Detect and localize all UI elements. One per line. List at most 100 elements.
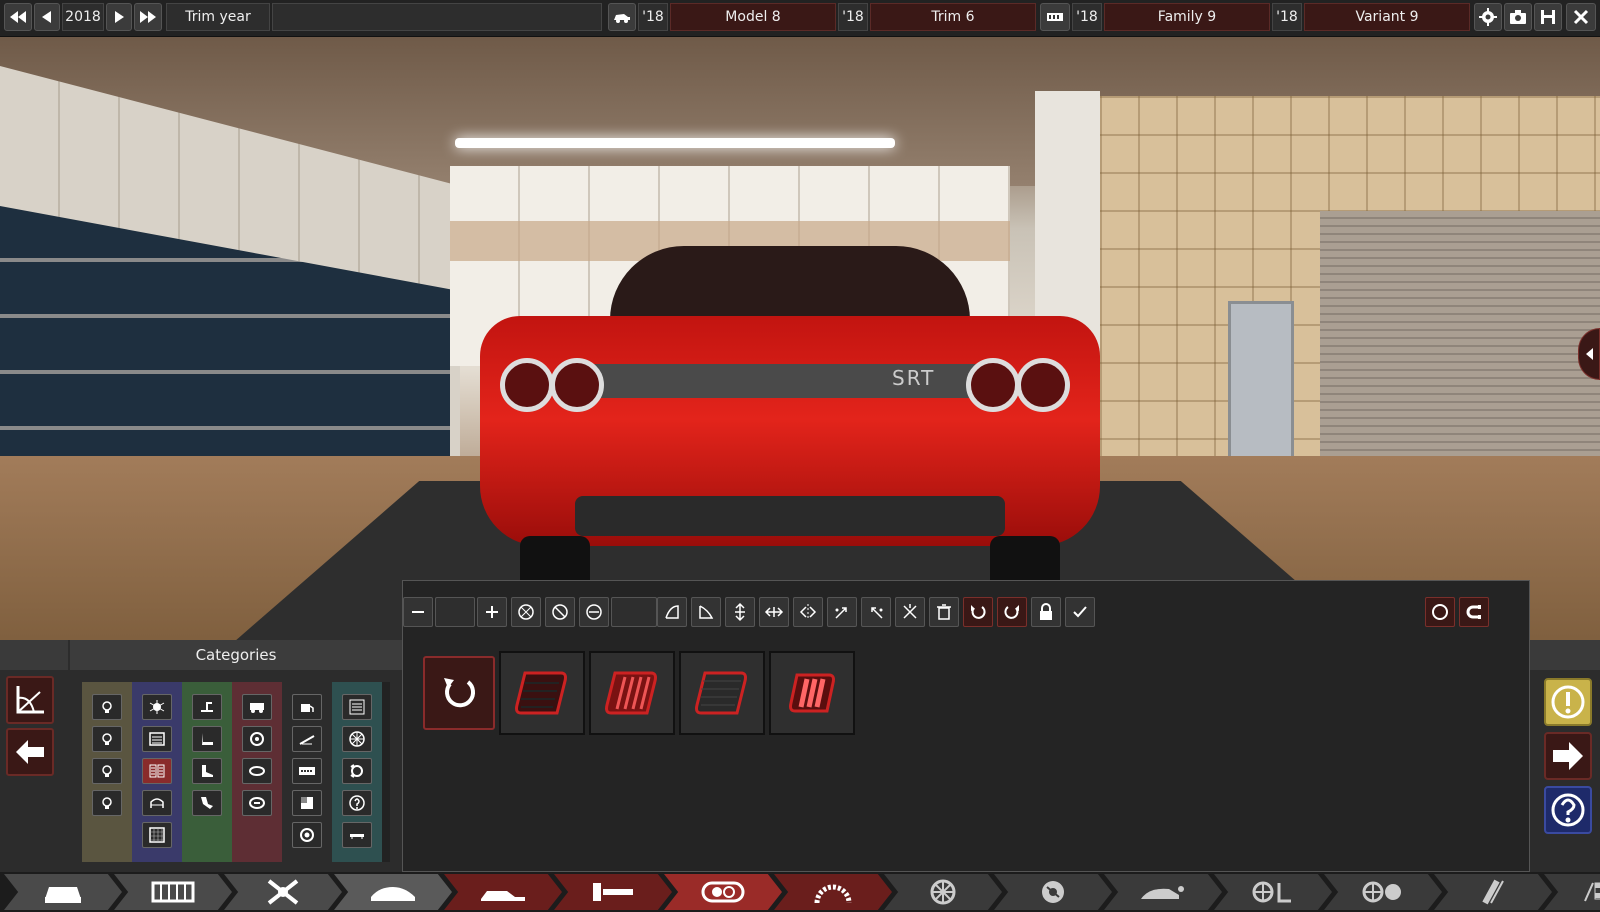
category-wing[interactable]	[192, 790, 222, 816]
category-mesh[interactable]	[142, 822, 172, 848]
year-back-fast-button[interactable]	[4, 3, 32, 31]
year-forward-fast-button[interactable]	[134, 3, 162, 31]
category-mirror[interactable]	[192, 694, 222, 720]
category-light-1[interactable]	[92, 694, 122, 720]
move-vertical-button[interactable]	[725, 597, 755, 627]
year-forward-button[interactable]	[106, 3, 132, 31]
category-light-2[interactable]	[92, 726, 122, 752]
category-side-skirt[interactable]	[342, 822, 372, 848]
part-option-fine-mesh-vent[interactable]	[679, 651, 765, 735]
warnings-button[interactable]	[1544, 678, 1592, 726]
category-unknown[interactable]	[342, 790, 372, 816]
magnet-snap-button[interactable]	[1459, 597, 1489, 627]
mirror-button[interactable]	[793, 597, 823, 627]
settings-button[interactable]	[1474, 3, 1502, 31]
nav-suspension-step[interactable]	[224, 874, 342, 910]
nav-brakes-step[interactable]	[994, 874, 1112, 910]
round-badge-icon	[250, 732, 264, 746]
bend-value-field[interactable]	[611, 597, 657, 627]
scale-increase-button[interactable]	[477, 597, 507, 627]
category-shield-badge[interactable]	[242, 790, 272, 816]
part-option-mesh-vent[interactable]	[499, 651, 585, 735]
year-back-button[interactable]	[34, 3, 60, 31]
seat-icon	[202, 733, 213, 745]
nav-model-step[interactable]	[4, 874, 122, 910]
category-grille[interactable]	[142, 726, 172, 752]
confirm-button[interactable]	[1065, 597, 1095, 627]
part-option-slat-vent[interactable]	[589, 651, 675, 735]
category-column-wheels	[332, 682, 382, 862]
reset-parts-button[interactable]	[423, 656, 495, 730]
category-intake[interactable]	[142, 790, 172, 816]
screenshot-button[interactable]	[1504, 3, 1532, 31]
category-text[interactable]	[342, 694, 372, 720]
year-display: 2018	[62, 3, 104, 31]
category-panel[interactable]	[292, 790, 322, 816]
category-truck[interactable]	[242, 694, 272, 720]
category-exhaust[interactable]	[292, 822, 322, 848]
fixture-editor-panel	[402, 580, 1530, 872]
delete-button[interactable]	[929, 597, 959, 627]
skew-right-button[interactable]	[691, 597, 721, 627]
camera-angle-button[interactable]	[6, 676, 54, 724]
skew-left-button[interactable]	[657, 597, 687, 627]
category-light-4[interactable]	[92, 790, 122, 816]
nav-interior-seat-step[interactable]	[1214, 874, 1332, 910]
close-button[interactable]	[1566, 3, 1596, 31]
scale-value-field[interactable]	[435, 597, 475, 627]
save-button[interactable]	[1534, 3, 1562, 31]
nav-testing-step[interactable]	[1324, 874, 1442, 910]
nav-aero-step[interactable]	[1104, 874, 1222, 910]
magnet-icon	[1466, 605, 1481, 619]
bend-button[interactable]	[579, 597, 609, 627]
category-vents[interactable]	[142, 758, 172, 784]
flip-button[interactable]	[895, 597, 925, 627]
model-select-button[interactable]	[608, 3, 636, 31]
family-name[interactable]: Family 9	[1104, 3, 1270, 31]
scale-decrease-button[interactable]	[403, 597, 433, 627]
nav-body-step[interactable]	[334, 874, 452, 910]
nav-wheels-step[interactable]	[884, 874, 1002, 910]
grille-icon	[149, 732, 165, 746]
panel-icon	[301, 797, 313, 809]
engine-select-button[interactable]	[1040, 3, 1070, 31]
model-name[interactable]: Model 8	[670, 3, 836, 31]
shape-toggle-button[interactable]	[1425, 597, 1455, 627]
back-button[interactable]	[6, 728, 54, 776]
nav-finish-step[interactable]	[1544, 874, 1600, 910]
category-wiper[interactable]	[292, 726, 322, 752]
category-wheel[interactable]	[342, 726, 372, 752]
car-model[interactable]: SRT	[480, 246, 1100, 606]
trim-name[interactable]: Trim 6	[870, 3, 1036, 31]
lock-button[interactable]	[1031, 597, 1061, 627]
part-option-bar-vent[interactable]	[769, 651, 855, 735]
nav-fuel-step[interactable]	[1434, 874, 1552, 910]
move-horizontal-button[interactable]	[759, 597, 789, 627]
category-oval-badge[interactable]	[242, 758, 272, 784]
no-snap-button[interactable]	[545, 597, 575, 627]
headlight-icon	[701, 881, 745, 903]
category-spoiler[interactable]	[192, 758, 222, 784]
category-seat[interactable]	[192, 726, 222, 752]
rotate-in-button[interactable]	[827, 597, 857, 627]
undo-button[interactable]	[963, 597, 993, 627]
nav-chassis-step[interactable]	[114, 874, 232, 910]
snap-button[interactable]	[511, 597, 541, 627]
category-column-badges	[232, 682, 282, 862]
category-license-plate[interactable]	[292, 758, 322, 784]
redo-button[interactable]	[997, 597, 1027, 627]
nav-paint-step[interactable]	[554, 874, 672, 910]
category-round-badge[interactable]	[242, 726, 272, 752]
help-button[interactable]	[1544, 786, 1592, 834]
category-emblem[interactable]	[142, 694, 172, 720]
rotate-out-button[interactable]	[861, 597, 891, 627]
next-step-button[interactable]	[1544, 732, 1592, 780]
text-block-icon	[349, 699, 365, 715]
nav-interior-step[interactable]	[774, 874, 892, 910]
category-light-3[interactable]	[92, 758, 122, 784]
category-fuel-cap[interactable]	[292, 694, 322, 720]
nav-fixtures-step[interactable]	[664, 874, 782, 910]
category-brake[interactable]	[342, 758, 372, 784]
variant-name[interactable]: Variant 9	[1304, 3, 1470, 31]
nav-body-style-step[interactable]	[444, 874, 562, 910]
